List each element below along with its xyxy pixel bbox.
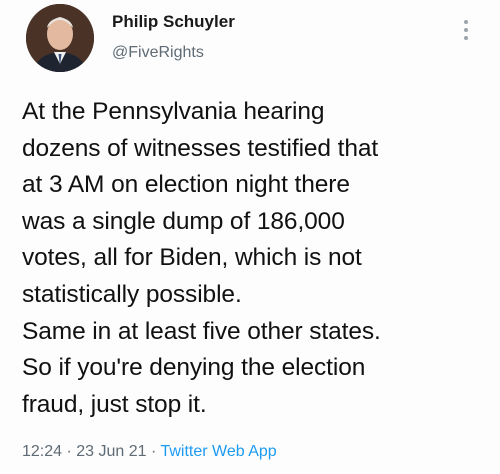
- author-name[interactable]: Philip Schuyler: [112, 12, 235, 32]
- tweet-text: At the Pennsylvania hearing dozens of wi…: [22, 94, 492, 423]
- tweet-line: at 3 AM on election night there: [22, 171, 350, 199]
- tweet-line: So if you're denying the election: [22, 354, 366, 382]
- tweet-time[interactable]: 12:24: [22, 443, 62, 460]
- tweet-line: was a single dump of 186,000: [22, 207, 345, 235]
- tweet-line: At the Pennsylvania hearing: [22, 98, 325, 125]
- tweet-line: dozens of witnesses testified that: [22, 134, 379, 162]
- tweet-line: fraud, just stop it.: [22, 390, 207, 418]
- more-dot: [464, 36, 468, 40]
- avatar[interactable]: [26, 4, 94, 72]
- tweet-card: Philip Schuyler @FiveRights At the Penns…: [0, 0, 500, 474]
- meta-separator: ·: [146, 443, 161, 460]
- meta-separator: ·: [62, 443, 77, 460]
- avatar-portrait: [26, 4, 94, 72]
- tweet-line: Same in at least five other states.: [22, 317, 381, 345]
- tweet-date[interactable]: 23 Jun 21: [76, 443, 146, 460]
- author-handle[interactable]: @FiveRights: [112, 44, 204, 62]
- tweet-line: statistically possible.: [22, 280, 242, 308]
- tweet-line: votes, all for Biden, which is not: [22, 244, 362, 272]
- more-vertical-icon[interactable]: [458, 18, 474, 42]
- more-dot: [464, 28, 468, 32]
- tweet-meta: 12:24 · 23 Jun 21 · Twitter Web App: [22, 443, 277, 461]
- more-dot: [464, 20, 468, 24]
- tweet-source-app[interactable]: Twitter Web App: [160, 443, 276, 460]
